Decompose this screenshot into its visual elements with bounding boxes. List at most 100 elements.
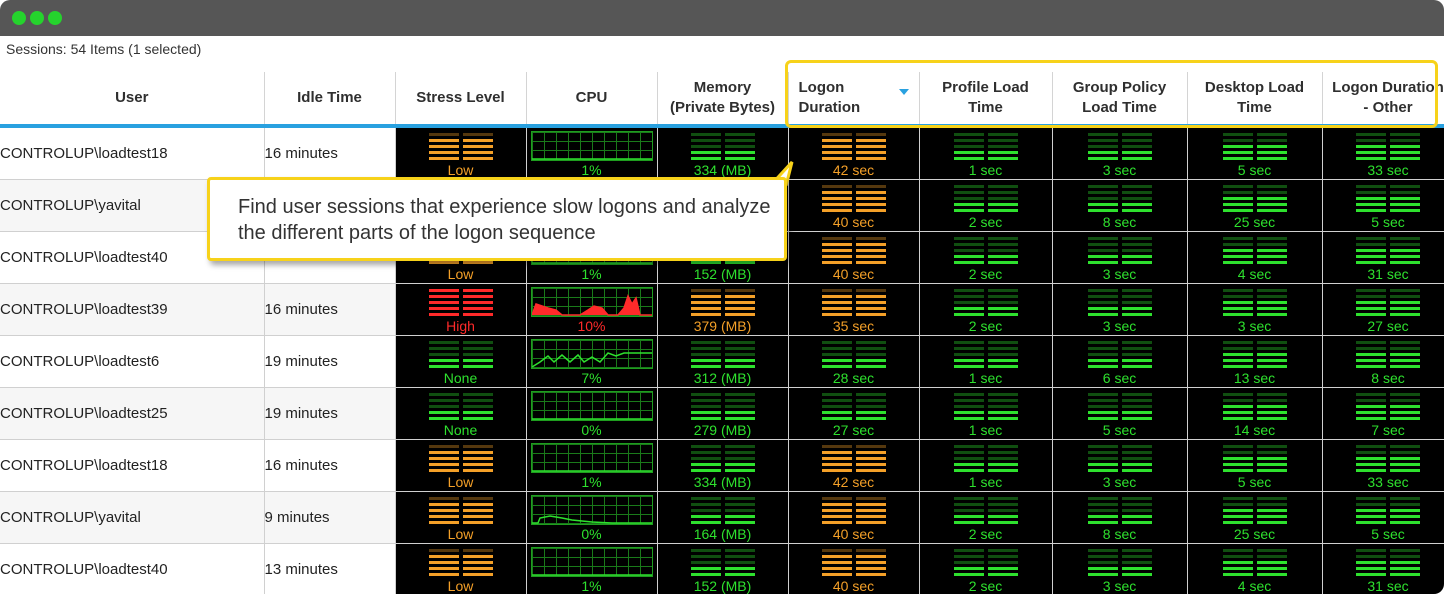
cell-desktop: 3 sec [1187,283,1323,336]
meter-value: 152 (MB) [693,578,752,594]
cell-stress: Low [395,491,527,544]
session-row[interactable]: CONTROLUP\loadtest18 16 minutes Low 1% 334 (… [0,126,1444,180]
meter-bars [428,497,493,527]
meter-value: 379 (MB) [693,318,752,334]
cell-user: CONTROLUP\loadtest18 [0,439,265,492]
cell-idle-time: 19 minutes [264,387,396,440]
cell-desktop: 25 sec [1187,491,1323,544]
cell-cpu: 1% [526,439,658,492]
meter-value: 33 sec [1367,162,1409,178]
cell-profile: 2 sec [919,179,1053,232]
meter-value: Low [447,162,474,178]
meter-bars [821,549,886,579]
cpu-history-graph [530,287,653,317]
meter-value: 28 sec [832,370,875,386]
cell-logon: 28 sec [788,335,920,388]
cell-other: 27 sec [1322,283,1444,336]
meter-bars [1356,341,1420,371]
meter-value: 27 sec [832,422,875,438]
cell-other: 33 sec [1322,439,1444,492]
meter-value: 42 sec [832,162,875,178]
meter-value: 40 sec [832,214,875,230]
cell-gp: 3 sec [1052,543,1188,594]
cell-logon: 40 sec [788,543,920,594]
meter-value: 5 sec [1371,526,1405,542]
cell-other: 5 sec [1322,491,1444,544]
meter-value: 334 (MB) [693,162,752,178]
meter-bars [1356,237,1420,267]
meter-value: 2 sec [968,318,1003,334]
window-maximize-dot[interactable] [48,11,62,25]
cell-desktop: 4 sec [1187,231,1323,284]
cell-other: 7 sec [1322,387,1444,440]
meter-value: 3 sec [1102,162,1137,178]
cell-gp: 6 sec [1052,335,1188,388]
meter-value: 1% [581,578,602,594]
meter-value: 4 sec [1237,266,1272,282]
cell-logon: 40 sec [788,179,920,232]
cell-desktop: 4 sec [1187,543,1323,594]
cell-user: CONTROLUP\loadtest40 [0,543,265,594]
meter-bars [953,549,1018,579]
meter-value: 0% [581,422,602,438]
column-header-user[interactable]: User [0,72,265,128]
session-row[interactable]: CONTROLUP\yavital 9 minutes Low 0% 164 (MB) 4… [0,491,1444,544]
meter-bars [690,393,755,423]
meter-bars [428,133,493,163]
cell-cpu: 1% [526,543,658,594]
cell-other: 31 sec [1322,543,1444,594]
column-header-cpu[interactable]: CPU [526,72,658,128]
session-row[interactable]: CONTROLUP\loadtest18 16 minutes Low 1% 334 (… [0,439,1444,492]
meter-bars [690,133,755,163]
cell-profile: 1 sec [919,335,1053,388]
session-row[interactable]: CONTROLUP\loadtest6 19 minutes None 7% 312 (… [0,335,1444,388]
meter-bars [1356,445,1420,475]
meter-value: 5 sec [1102,422,1137,438]
cell-stress: Low [395,543,527,594]
meter-value: 5 sec [1237,162,1272,178]
window-minimize-dot[interactable] [30,11,44,25]
meter-bars [821,445,886,475]
meter-bars [1222,341,1287,371]
meter-value: 4 sec [1237,578,1272,594]
meter-bars [428,549,493,579]
meter-bars [821,393,886,423]
meter-value: 279 (MB) [693,422,752,438]
meter-bars [821,185,886,215]
meter-value: 10% [577,318,606,334]
meter-bars [1356,133,1420,163]
meter-bars [690,497,755,527]
column-header-stress[interactable]: Stress Level [395,72,527,128]
meter-bars [1087,497,1152,527]
session-row[interactable]: CONTROLUP\loadtest39 16 minutes High 10% 379… [0,283,1444,336]
session-row[interactable]: CONTROLUP\loadtest40 13 minutes Low 1% 152 (… [0,543,1444,594]
column-header-label: CPU [575,89,608,106]
meter-bars [821,497,886,527]
cell-idle-time: 16 minutes [264,439,396,492]
meter-bars [953,497,1018,527]
logon-columns-highlight [785,60,1438,128]
meter-value: 3 sec [1102,266,1137,282]
cell-profile: 1 sec [919,439,1053,492]
column-header-label: User [115,89,149,106]
cell-gp: 5 sec [1052,387,1188,440]
callout-text: Find user sessions that experience slow … [238,196,771,244]
column-header-idle[interactable]: Idle Time [264,72,396,128]
meter-value: 8 sec [1102,526,1137,542]
cell-user: CONTROLUP\loadtest6 [0,335,265,388]
cell-stress: None [395,387,527,440]
session-row[interactable]: CONTROLUP\loadtest25 19 minutes None 0% 279 … [0,387,1444,440]
cell-gp: 8 sec [1052,179,1188,232]
window-close-dot[interactable] [12,11,26,25]
meter-value: Low [447,526,474,542]
meter-value: Low [447,578,474,594]
cell-profile: 1 sec [919,126,1053,180]
meter-value: 25 sec [1233,214,1276,230]
meter-bars [1222,549,1287,579]
cell-user: CONTROLUP\loadtest18 [0,126,265,180]
meter-value: 27 sec [1367,318,1409,334]
meter-bars [1087,445,1152,475]
cpu-history-graph [530,131,653,161]
column-header-memory[interactable]: Memory (Private Bytes) [657,72,789,128]
meter-bars [953,393,1018,423]
